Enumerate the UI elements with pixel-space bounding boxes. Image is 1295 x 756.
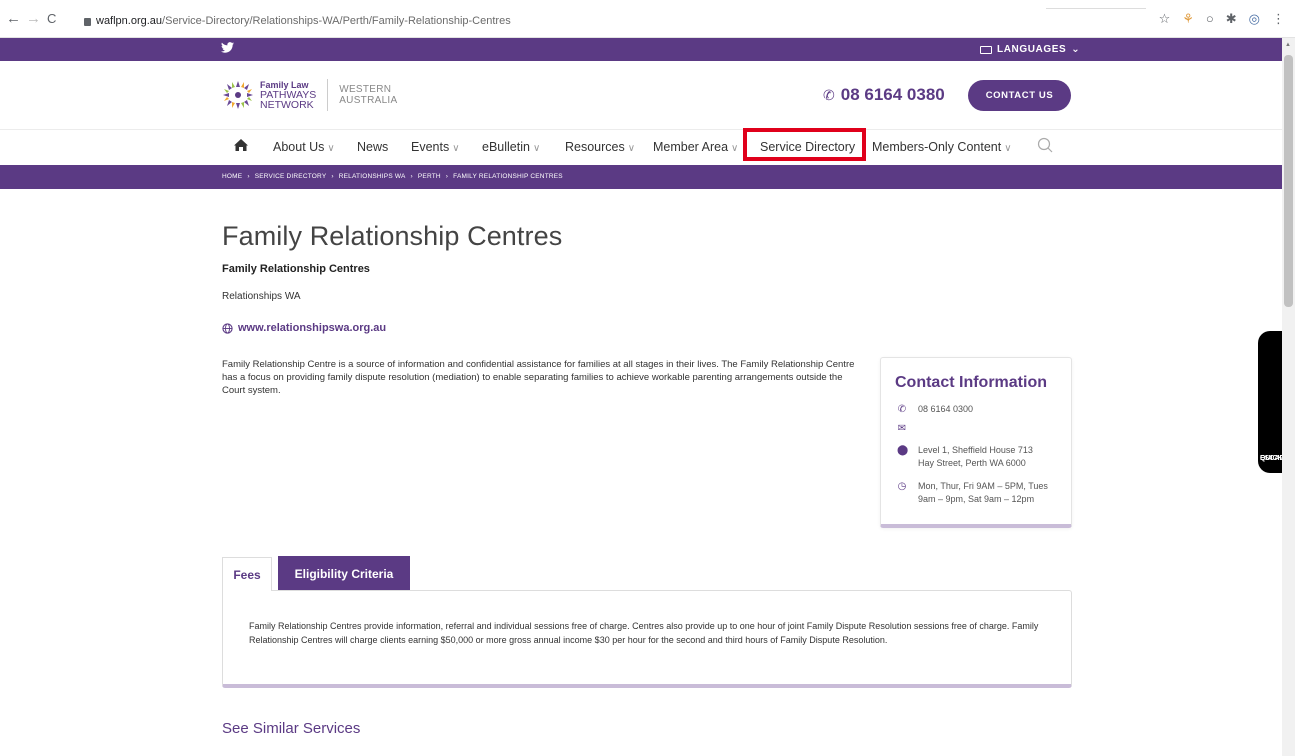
contact-phone-row[interactable]: ✆ 08 6164 0300 xyxy=(897,403,973,416)
language-flag-icon xyxy=(980,45,992,54)
nav-item-events[interactable]: Events ∨ xyxy=(411,140,460,154)
browser-menu-icon[interactable]: ⋮ xyxy=(1272,11,1285,27)
nav-label: About Us xyxy=(273,140,325,154)
header-phone-number: 08 6164 0380 xyxy=(840,85,945,104)
bookmark-star-icon[interactable]: ☆ xyxy=(1159,11,1171,27)
breadcrumb: HOME › SERVICE DIRECTORY › RELATIONSHIPS W… xyxy=(222,173,563,180)
scrollbar-thumb[interactable] xyxy=(1284,55,1293,307)
twitter-icon[interactable] xyxy=(221,42,234,56)
fees-tab-panel: Family Relationship Centres provide info… xyxy=(222,590,1072,688)
breadcrumb-separator-icon: › xyxy=(410,173,413,180)
contact-address: Level 1, Sheffield House 713 Hay Street,… xyxy=(918,445,1033,468)
logo-emblem-icon xyxy=(223,81,253,109)
chevron-down-icon: ⌄ xyxy=(1071,44,1081,55)
nav-label: News xyxy=(357,140,389,154)
page-scrollbar[interactable]: ▲ xyxy=(1282,38,1295,756)
website-link[interactable]: www.relationshipswa.org.au xyxy=(222,322,386,334)
region-line-1: WESTERN xyxy=(339,84,392,95)
chevron-down-icon: ∨ xyxy=(452,143,460,154)
highlight-annotation xyxy=(743,128,866,161)
breadcrumb-bar: HOME › SERVICE DIRECTORY › RELATIONSHIPS W… xyxy=(0,165,1282,189)
chevron-down-icon: ∨ xyxy=(1004,143,1012,154)
search-icon[interactable] xyxy=(1037,137,1053,153)
browser-toolbar: ← → C waflpn.org.au/Service-Directory/Re… xyxy=(0,0,1295,38)
logo-divider xyxy=(327,79,329,111)
top-utility-bar: LANGUAGES ⌄ xyxy=(0,38,1282,61)
page-title: Family Relationship Centres xyxy=(222,221,563,251)
contact-us-button[interactable]: CONTACT US xyxy=(968,80,1071,111)
contact-email-row[interactable]: ✉ xyxy=(897,422,918,435)
nav-label: Resources xyxy=(565,140,625,154)
url-host: waflpn.org.au xyxy=(96,15,163,27)
breadcrumb-separator-icon: › xyxy=(445,173,449,180)
site-logo[interactable]: Family Law PATHWAYS NETWORK WESTERN AUST… xyxy=(221,79,397,111)
fees-text: Family Relationship Centres provide info… xyxy=(249,621,1039,645)
website-url: www.relationshipswa.org.au xyxy=(238,322,387,334)
back-arrow-icon[interactable]: ← xyxy=(6,10,21,27)
url-path: /Service-Directory/Relationships-WA/Pert… xyxy=(162,15,511,27)
chevron-down-icon: ∨ xyxy=(532,143,541,154)
breadcrumb-service-directory[interactable]: SERVICE DIRECTORY xyxy=(255,173,327,180)
contact-heading: Contact Information xyxy=(895,374,1047,391)
region-label: WESTERN AUSTRALIA xyxy=(339,84,397,106)
languages-dropdown[interactable]: LANGUAGES ⌄ xyxy=(980,44,1080,55)
region-line-2: AUSTRALIA xyxy=(339,95,398,106)
main-nav: About Us ∨ News Events ∨ eBulletin ∨ Resour… xyxy=(0,130,1282,165)
nav-item-members-only-content[interactable]: Members-Only Content ∨ xyxy=(872,140,1012,154)
breadcrumb-current: FAMILY RELATIONSHIP CENTRES xyxy=(453,173,563,180)
chevron-down-icon: ∨ xyxy=(731,143,739,154)
nav-label: Member Area xyxy=(653,140,729,154)
chevron-down-icon: ∨ xyxy=(327,143,335,154)
logo-wordmark: Family Law PATHWAYS NETWORK xyxy=(260,80,316,110)
service-subtitle: Family Relationship Centres xyxy=(222,263,370,275)
contact-phone: 08 6164 0300 xyxy=(918,404,974,414)
reload-icon[interactable]: C xyxy=(47,11,56,26)
contact-hours: Mon, Thur, Fri 9AM – 5PM, Tues 9am – 9pm… xyxy=(918,481,1048,504)
address-bar[interactable]: waflpn.org.au/Service-Directory/Relation… xyxy=(84,15,511,27)
contact-information-card: Contact Information ✆ 08 6164 0300 ✉ ⬤ L… xyxy=(880,357,1072,528)
breadcrumb-separator-icon: › xyxy=(247,173,250,180)
nav-label: eBulletin xyxy=(482,140,530,154)
phone-icon: ✆ xyxy=(897,404,907,415)
envelope-icon: ✉ xyxy=(897,423,907,434)
breadcrumb-separator-icon: › xyxy=(331,173,334,180)
site-header: Family Law PATHWAYS NETWORK WESTERN AUST… xyxy=(0,61,1282,130)
home-icon[interactable] xyxy=(233,138,249,156)
nav-item-news[interactable]: News xyxy=(357,140,388,154)
chevron-down-icon: ∨ xyxy=(627,143,636,154)
extension-icon[interactable]: ⚘ xyxy=(1182,11,1194,27)
scroll-up-arrow-icon[interactable]: ▲ xyxy=(1285,42,1291,48)
nav-item-about-us[interactable]: About Us ∨ xyxy=(273,140,335,154)
breadcrumb-home[interactable]: HOME xyxy=(222,173,242,180)
tab-fees[interactable]: Fees xyxy=(222,557,272,591)
globe-icon xyxy=(222,322,233,334)
breadcrumb-relationships-wa[interactable]: RELATIONSHIPS WA xyxy=(339,173,406,180)
toolbar-divider xyxy=(1046,8,1146,9)
nav-item-member-area[interactable]: Member Area ∨ xyxy=(653,140,738,154)
map-pin-icon: ⬤ xyxy=(897,445,909,456)
phone-icon: ✆ xyxy=(823,86,835,103)
clock-icon: ◷ xyxy=(897,481,907,492)
tab-eligibility-criteria[interactable]: Eligibility Criteria xyxy=(278,556,410,591)
nav-item-ebulletin[interactable]: eBulletin ∨ xyxy=(482,140,540,154)
contact-address-row: ⬤ Level 1, Sheffield House 713 Hay Stree… xyxy=(897,444,1067,470)
extension-circle-icon[interactable]: ○ xyxy=(1206,11,1214,27)
lock-icon xyxy=(84,18,91,26)
contact-hours-row: ◷ Mon, Thur, Fri 9AM – 5PM, Tues 9am – 9… xyxy=(897,480,1067,506)
organisation-name: Relationships WA xyxy=(222,291,301,302)
similar-services-heading: See Similar Services xyxy=(222,720,361,737)
logo-line-3: NETWORK xyxy=(260,99,314,111)
service-description: Family Relationship Centre is a source o… xyxy=(222,359,855,396)
forward-arrow-icon[interactable]: → xyxy=(26,10,41,27)
nav-label: Events xyxy=(411,140,450,154)
nav-label: Members-Only Content xyxy=(872,140,1002,154)
extensions-puzzle-icon[interactable]: ✱ xyxy=(1226,11,1237,27)
nav-item-resources[interactable]: Resources ∨ xyxy=(565,140,635,154)
breadcrumb-perth[interactable]: PERTH xyxy=(418,173,441,180)
header-phone-link[interactable]: ✆ 08 6164 0380 xyxy=(823,85,945,105)
languages-label: LANGUAGES xyxy=(997,44,1067,55)
extension-icons: ☆ ⚘ ○ ✱ ◎ ⋮ xyxy=(1159,11,1285,27)
profile-avatar-icon[interactable]: ◎ xyxy=(1249,11,1260,27)
